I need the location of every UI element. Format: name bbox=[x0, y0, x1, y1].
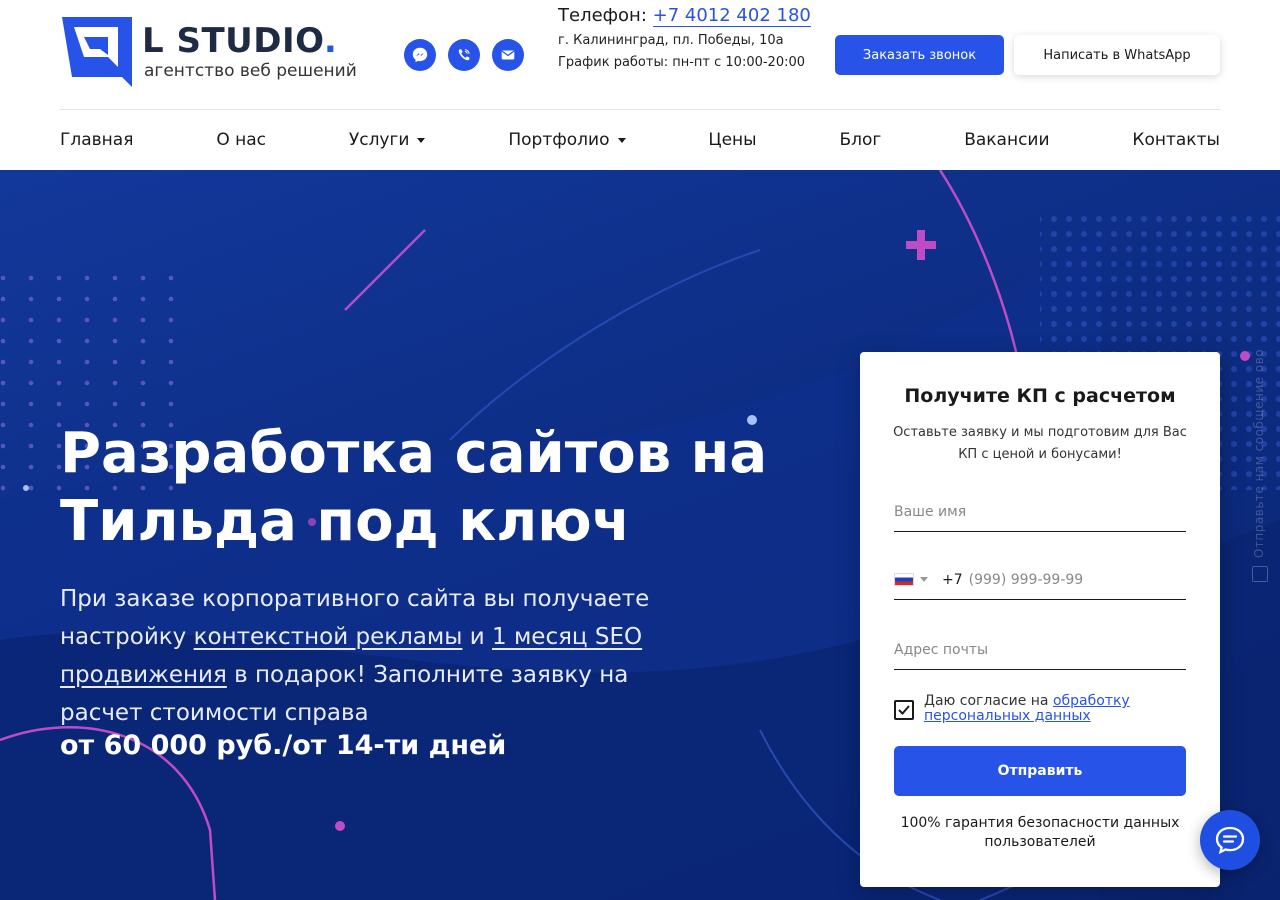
order-call-button[interactable]: Заказать звонок bbox=[835, 35, 1004, 75]
messenger-icon[interactable] bbox=[404, 39, 436, 71]
consent-text: Даю согласие на обработку персональных д… bbox=[924, 693, 1130, 724]
chevron-down-icon[interactable] bbox=[920, 577, 928, 582]
nav-item-contacts[interactable]: Контакты bbox=[1132, 130, 1220, 150]
email-input[interactable]: Адрес почты bbox=[894, 630, 1186, 670]
hero-title: Разработка сайтов на Тильда под ключ bbox=[60, 421, 768, 554]
chevron-down-icon bbox=[617, 137, 626, 143]
checkmark-icon bbox=[898, 705, 910, 715]
russia-flag-icon[interactable] bbox=[894, 573, 914, 586]
email-icon[interactable] bbox=[492, 39, 524, 71]
side-tab-label: Отправьте нам сообщение ово bbox=[1252, 348, 1266, 558]
submit-button[interactable]: Отправить bbox=[894, 746, 1186, 796]
nav-item-home[interactable]: Главная bbox=[60, 130, 133, 150]
phone-country-code: +7 bbox=[942, 571, 963, 588]
address: г. Калининград, пл. Победы, 10а bbox=[558, 33, 784, 48]
quote-request-form: Получите КП с расчетом Оставьте заявку и… bbox=[860, 352, 1220, 887]
brand-tagline: агентство веб решений bbox=[144, 61, 357, 81]
brand-name: L STUDIO. bbox=[142, 21, 338, 61]
chat-bubble-icon bbox=[1215, 826, 1245, 855]
nav-item-vacancies[interactable]: Вакансии bbox=[964, 130, 1049, 150]
side-tab-arrow-icon bbox=[1252, 566, 1268, 582]
form-title: Получите КП с расчетом bbox=[904, 385, 1176, 407]
consent-row: Даю согласие на обработку персональных д… bbox=[894, 694, 1186, 724]
logo[interactable]: L STUDIO. агентство веб решений bbox=[60, 15, 370, 90]
phone-input[interactable]: +7 (999) 999-99-99 bbox=[894, 560, 1186, 600]
phone-link[interactable]: +7 4012 402 180 bbox=[652, 5, 811, 27]
nav-item-blog[interactable]: Блог bbox=[839, 130, 881, 150]
phone-placeholder: (999) 999-99-99 bbox=[968, 571, 1084, 588]
email-placeholder: Адрес почты bbox=[894, 641, 989, 658]
work-schedule: График работы: пн-пт с 10:00-20:00 bbox=[558, 55, 806, 70]
form-subtitle: Оставьте заявку и мы подготовим для Вас … bbox=[893, 425, 1187, 462]
nav-item-prices[interactable]: Цены bbox=[708, 130, 756, 150]
name-placeholder: Ваше имя bbox=[894, 503, 967, 520]
main-nav: Главная О нас Услуги Портфолио Цены Блог… bbox=[60, 127, 1220, 153]
viber-icon[interactable] bbox=[448, 39, 480, 71]
header-divider bbox=[60, 109, 1220, 110]
send-message-side-tab[interactable]: Отправьте нам сообщение ово bbox=[1248, 300, 1272, 590]
phone-label: Телефон: bbox=[558, 5, 647, 26]
site-header: L STUDIO. агентство веб решений Телефон:… bbox=[0, 0, 1280, 170]
nav-item-services[interactable]: Услуги bbox=[349, 130, 426, 150]
hero-description: При заказе корпоративного сайта вы получ… bbox=[60, 586, 650, 726]
logo-mark-icon bbox=[62, 17, 132, 87]
nav-item-portfolio[interactable]: Портфолио bbox=[508, 130, 626, 150]
consent-checkbox[interactable] bbox=[894, 700, 914, 720]
chevron-down-icon bbox=[417, 137, 426, 143]
chat-button[interactable] bbox=[1200, 810, 1260, 870]
hero-price: от 60 000 руб./от 14-ти дней bbox=[60, 730, 507, 761]
context-ads-link[interactable]: контекстной рекламы bbox=[194, 624, 463, 650]
nav-item-about[interactable]: О нас bbox=[216, 130, 266, 150]
name-input[interactable]: Ваше имя bbox=[894, 492, 1186, 532]
privacy-guarantee: 100% гарантия безопасности данных пользо… bbox=[900, 815, 1180, 850]
whatsapp-button[interactable]: Написать в WhatsApp bbox=[1014, 35, 1220, 75]
contact-info: Телефон: +7 4012 402 180 г. Калининград,… bbox=[558, 5, 818, 70]
